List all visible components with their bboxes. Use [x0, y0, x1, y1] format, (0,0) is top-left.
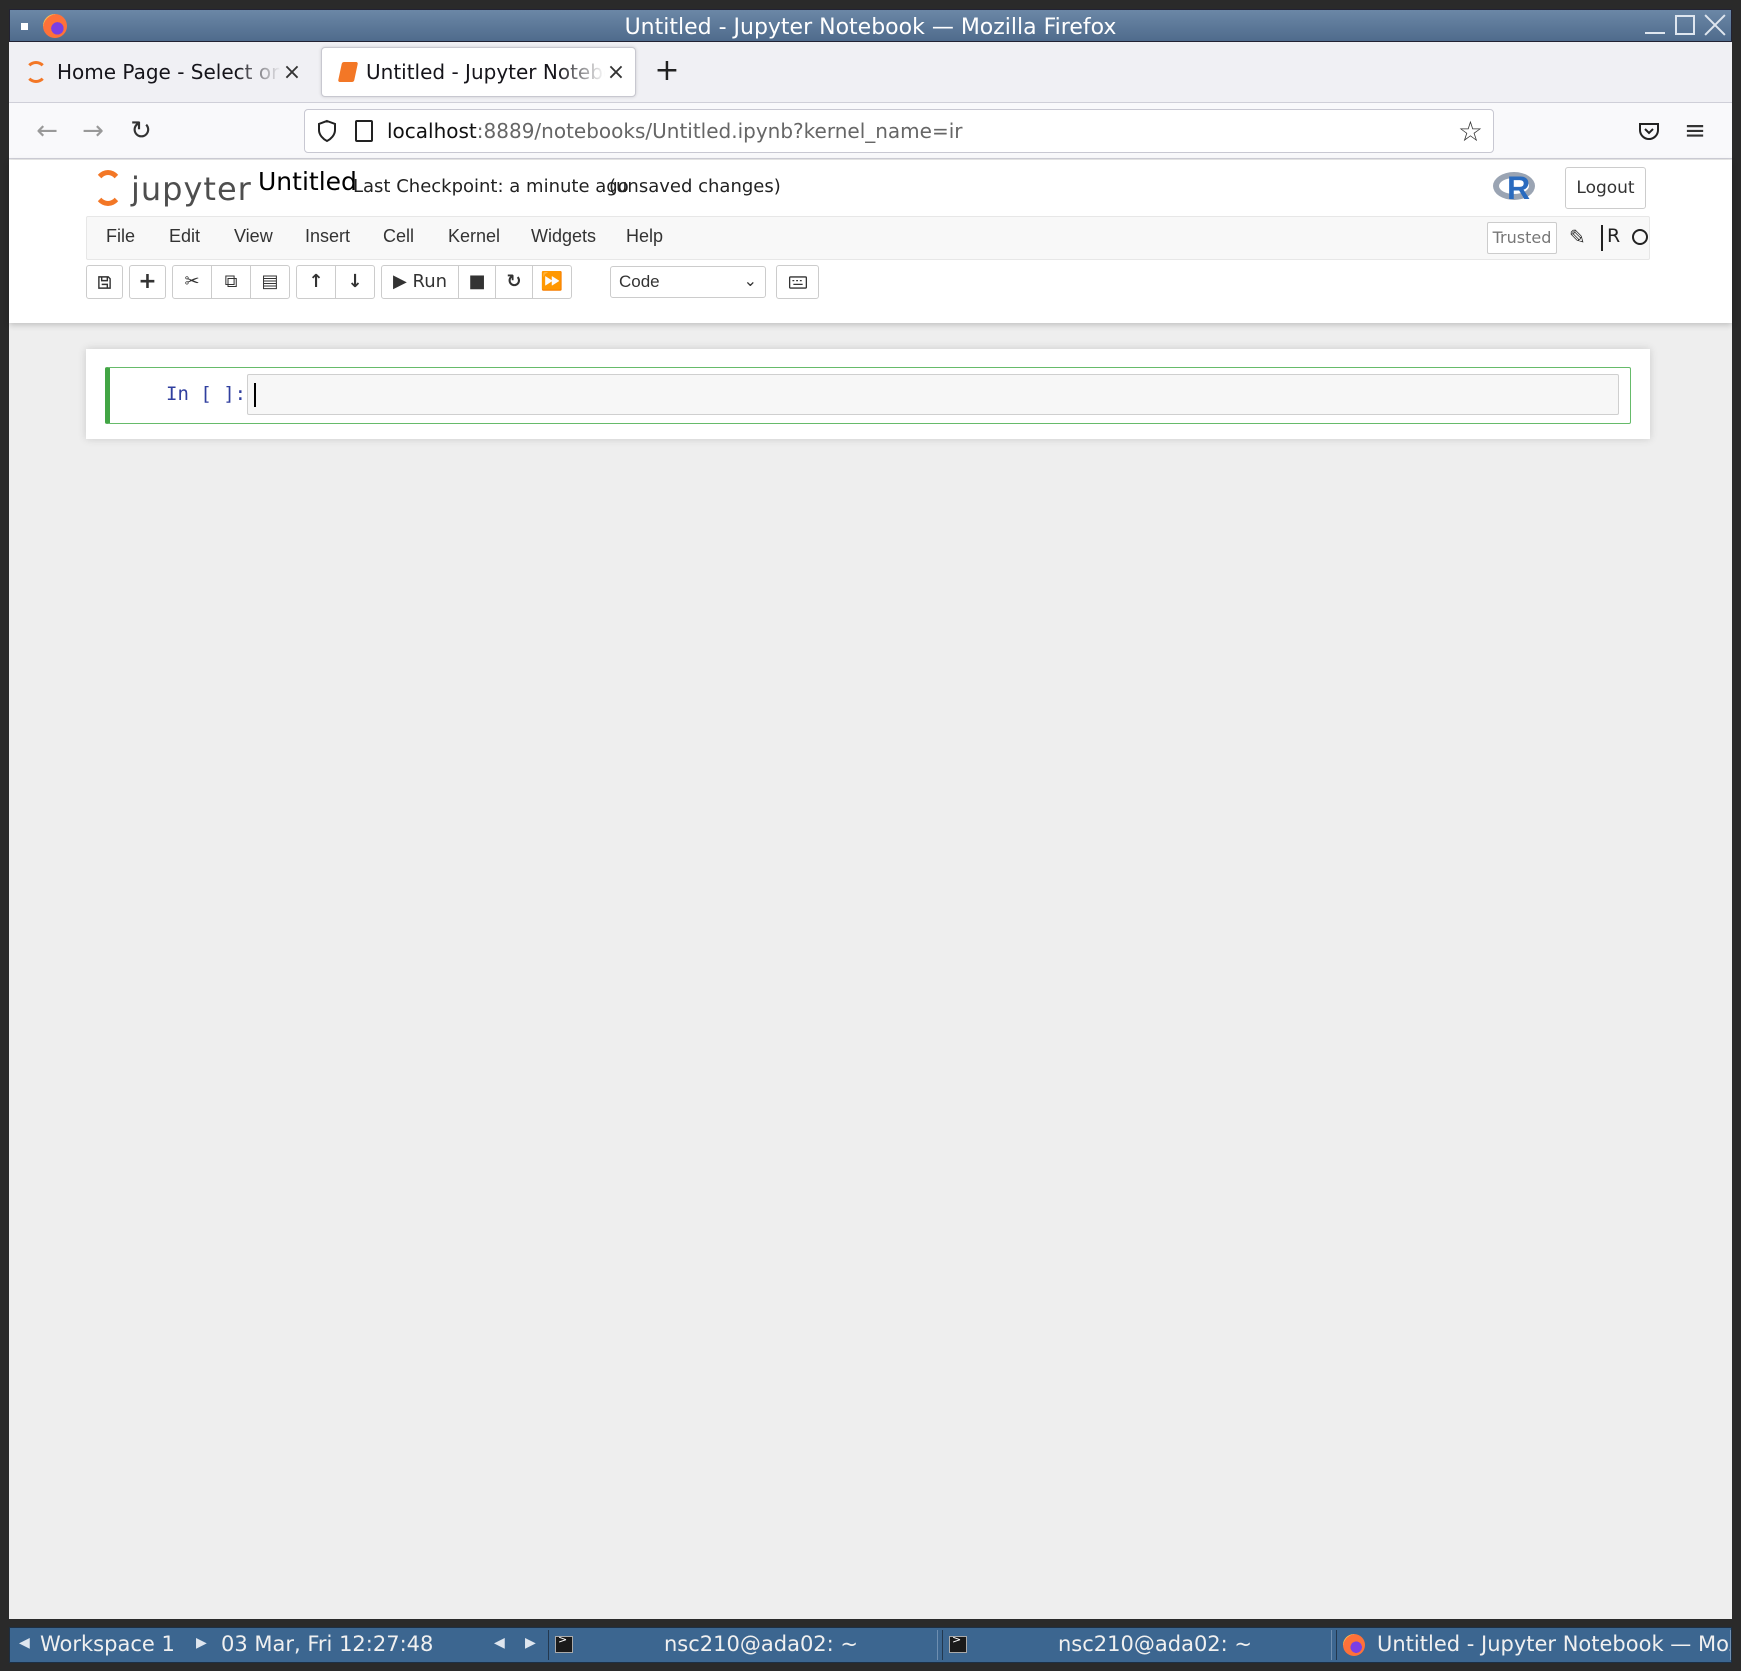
- menu-edit[interactable]: Edit: [169, 226, 200, 247]
- trusted-indicator[interactable]: Trusted: [1487, 222, 1557, 254]
- firefox-icon: [1343, 1634, 1365, 1656]
- kernel-name[interactable]: R: [1607, 225, 1620, 247]
- task-label: Untitled - Jupyter Notebook — Mozilla Fi…: [1377, 1632, 1730, 1656]
- notebook-container: In [ ]:: [86, 349, 1650, 439]
- close-tab-icon[interactable]: ×: [605, 60, 627, 85]
- new-tab-button[interactable]: +: [649, 54, 685, 90]
- notebook-icon: [337, 62, 359, 82]
- save-button[interactable]: [86, 265, 123, 299]
- hamburger-menu-icon[interactable]: ≡: [1675, 111, 1715, 151]
- workspace-next-icon[interactable]: ▶: [196, 1635, 207, 1651]
- menu-cell[interactable]: Cell: [383, 226, 414, 247]
- tab-untitled-notebook[interactable]: Untitled - Jupyter Notebook ×: [321, 47, 636, 97]
- command-palette-button[interactable]: [776, 265, 819, 299]
- tab-label: Home Page - Select or create a notebook: [57, 60, 281, 84]
- taskbar: ◀ Workspace 1 ▶ 03 Mar, Fri 12:27:48 ◀ ▶…: [9, 1627, 1732, 1663]
- cell-input-editor[interactable]: [247, 374, 1619, 415]
- checkpoint-status: Last Checkpoint: a minute ago: [353, 176, 629, 197]
- jupyter-logo[interactable]: jupyter: [91, 170, 251, 210]
- kernel-separator: [1601, 225, 1603, 251]
- minimize-icon[interactable]: [1643, 13, 1667, 37]
- tab-label: Untitled - Jupyter Notebook: [366, 60, 605, 84]
- r-kernel-logo: R: [1493, 168, 1539, 208]
- jupyter-icon: [25, 61, 47, 83]
- play-icon: ▶: [392, 271, 407, 292]
- notebook-name[interactable]: Untitled: [258, 167, 357, 196]
- tab-strip: Home Page - Select or create a notebook …: [9, 42, 1732, 103]
- close-window-icon[interactable]: [1703, 13, 1727, 37]
- bookmark-star-icon[interactable]: ☆: [1458, 115, 1483, 148]
- workspace-prev-icon[interactable]: ◀: [19, 1635, 30, 1651]
- run-label: Run: [412, 271, 448, 292]
- browser-window: Home Page - Select or create a notebook …: [9, 42, 1732, 1619]
- menu-file[interactable]: File: [106, 226, 135, 247]
- unsaved-status: (unsaved changes): [609, 176, 781, 197]
- run-button[interactable]: ▶ Run: [381, 265, 459, 299]
- clock: 03 Mar, Fri 12:27:48: [221, 1632, 434, 1656]
- maximize-icon[interactable]: [1673, 13, 1697, 37]
- insert-cell-button[interactable]: +: [129, 265, 166, 299]
- jupyter-header: jupyter Untitled Last Checkpoint: a minu…: [9, 160, 1732, 323]
- save-icon: [98, 276, 111, 289]
- task-terminal-2[interactable]: nsc210@ada02: ~: [942, 1630, 1332, 1660]
- desktop: Untitled - Jupyter Notebook — Mozilla Fi…: [0, 0, 1741, 1671]
- copy-cell-button[interactable]: ⧉: [211, 265, 251, 299]
- menu-insert[interactable]: Insert: [305, 226, 350, 247]
- reload-icon[interactable]: ↻: [121, 111, 161, 151]
- task-firefox[interactable]: Untitled - Jupyter Notebook — Mozilla Fi…: [1336, 1630, 1731, 1660]
- window-titlebar[interactable]: Untitled - Jupyter Notebook — Mozilla Fi…: [9, 9, 1732, 42]
- shield-icon[interactable]: [315, 119, 339, 143]
- task-prev-icon[interactable]: ◀: [494, 1635, 505, 1651]
- task-label: nsc210@ada02: ~: [664, 1632, 859, 1656]
- task-label: nsc210@ada02: ~: [1058, 1632, 1253, 1656]
- tab-home-page[interactable]: Home Page - Select or create a notebook …: [11, 47, 311, 97]
- window-title: Untitled - Jupyter Notebook — Mozilla Fi…: [624, 15, 1117, 40]
- restart-run-all-button[interactable]: ⏩: [532, 265, 572, 299]
- menu-kernel[interactable]: Kernel: [448, 226, 500, 247]
- cut-cell-button[interactable]: ✂: [172, 265, 212, 299]
- terminal-icon: [555, 1633, 573, 1653]
- menu-widgets[interactable]: Widgets: [531, 226, 596, 247]
- menu-bar: File Edit View Insert Cell Kernel Widget…: [86, 216, 1650, 260]
- code-cell[interactable]: In [ ]:: [105, 367, 1631, 424]
- menu-help[interactable]: Help: [626, 226, 663, 247]
- jupyter-logo-icon: [93, 170, 123, 206]
- url-text[interactable]: localhost:8889/notebooks/Untitled.ipynb?…: [387, 119, 963, 143]
- terminal-icon: [949, 1633, 967, 1653]
- cell-type-select[interactable]: Code ⌄: [610, 266, 766, 298]
- menu-view[interactable]: View: [234, 226, 273, 247]
- forward-arrow-icon[interactable]: →: [73, 111, 113, 151]
- restart-kernel-button[interactable]: ↻: [495, 265, 533, 299]
- paste-cell-button[interactable]: ▤: [250, 265, 290, 299]
- move-cell-up-button[interactable]: ↑: [296, 265, 336, 299]
- task-terminal-1[interactable]: nsc210@ada02: ~: [548, 1630, 938, 1660]
- close-tab-icon[interactable]: ×: [281, 60, 303, 85]
- kernel-status-icon: [1632, 229, 1648, 245]
- move-cell-down-button[interactable]: ↓: [335, 265, 375, 299]
- notebook-toolbar: + ✂ ⧉ ▤ ↑ ↓ ▶ Run ■ ↻ ⏩ Code ⌄: [86, 265, 886, 299]
- task-next-icon[interactable]: ▶: [525, 1635, 536, 1651]
- text-cursor: [254, 383, 256, 407]
- interrupt-kernel-button[interactable]: ■: [458, 265, 496, 299]
- url-bar[interactable]: localhost:8889/notebooks/Untitled.ipynb?…: [304, 109, 1494, 153]
- edit-mode-pencil-icon: ✎: [1569, 225, 1586, 249]
- pocket-icon[interactable]: [1637, 119, 1661, 143]
- page-icon[interactable]: [355, 120, 373, 142]
- workspace-label[interactable]: Workspace 1: [40, 1632, 175, 1656]
- keyboard-icon: [788, 276, 807, 289]
- back-arrow-icon[interactable]: ←: [27, 111, 67, 151]
- cell-prompt: In [ ]:: [166, 383, 247, 405]
- chevron-down-icon: ⌄: [743, 273, 757, 290]
- logout-button[interactable]: Logout: [1565, 167, 1646, 209]
- navigation-bar: ← → ↻ localhost:8889/notebooks/Untitled.…: [9, 103, 1732, 159]
- jupyter-page: jupyter Untitled Last Checkpoint: a minu…: [9, 160, 1732, 1619]
